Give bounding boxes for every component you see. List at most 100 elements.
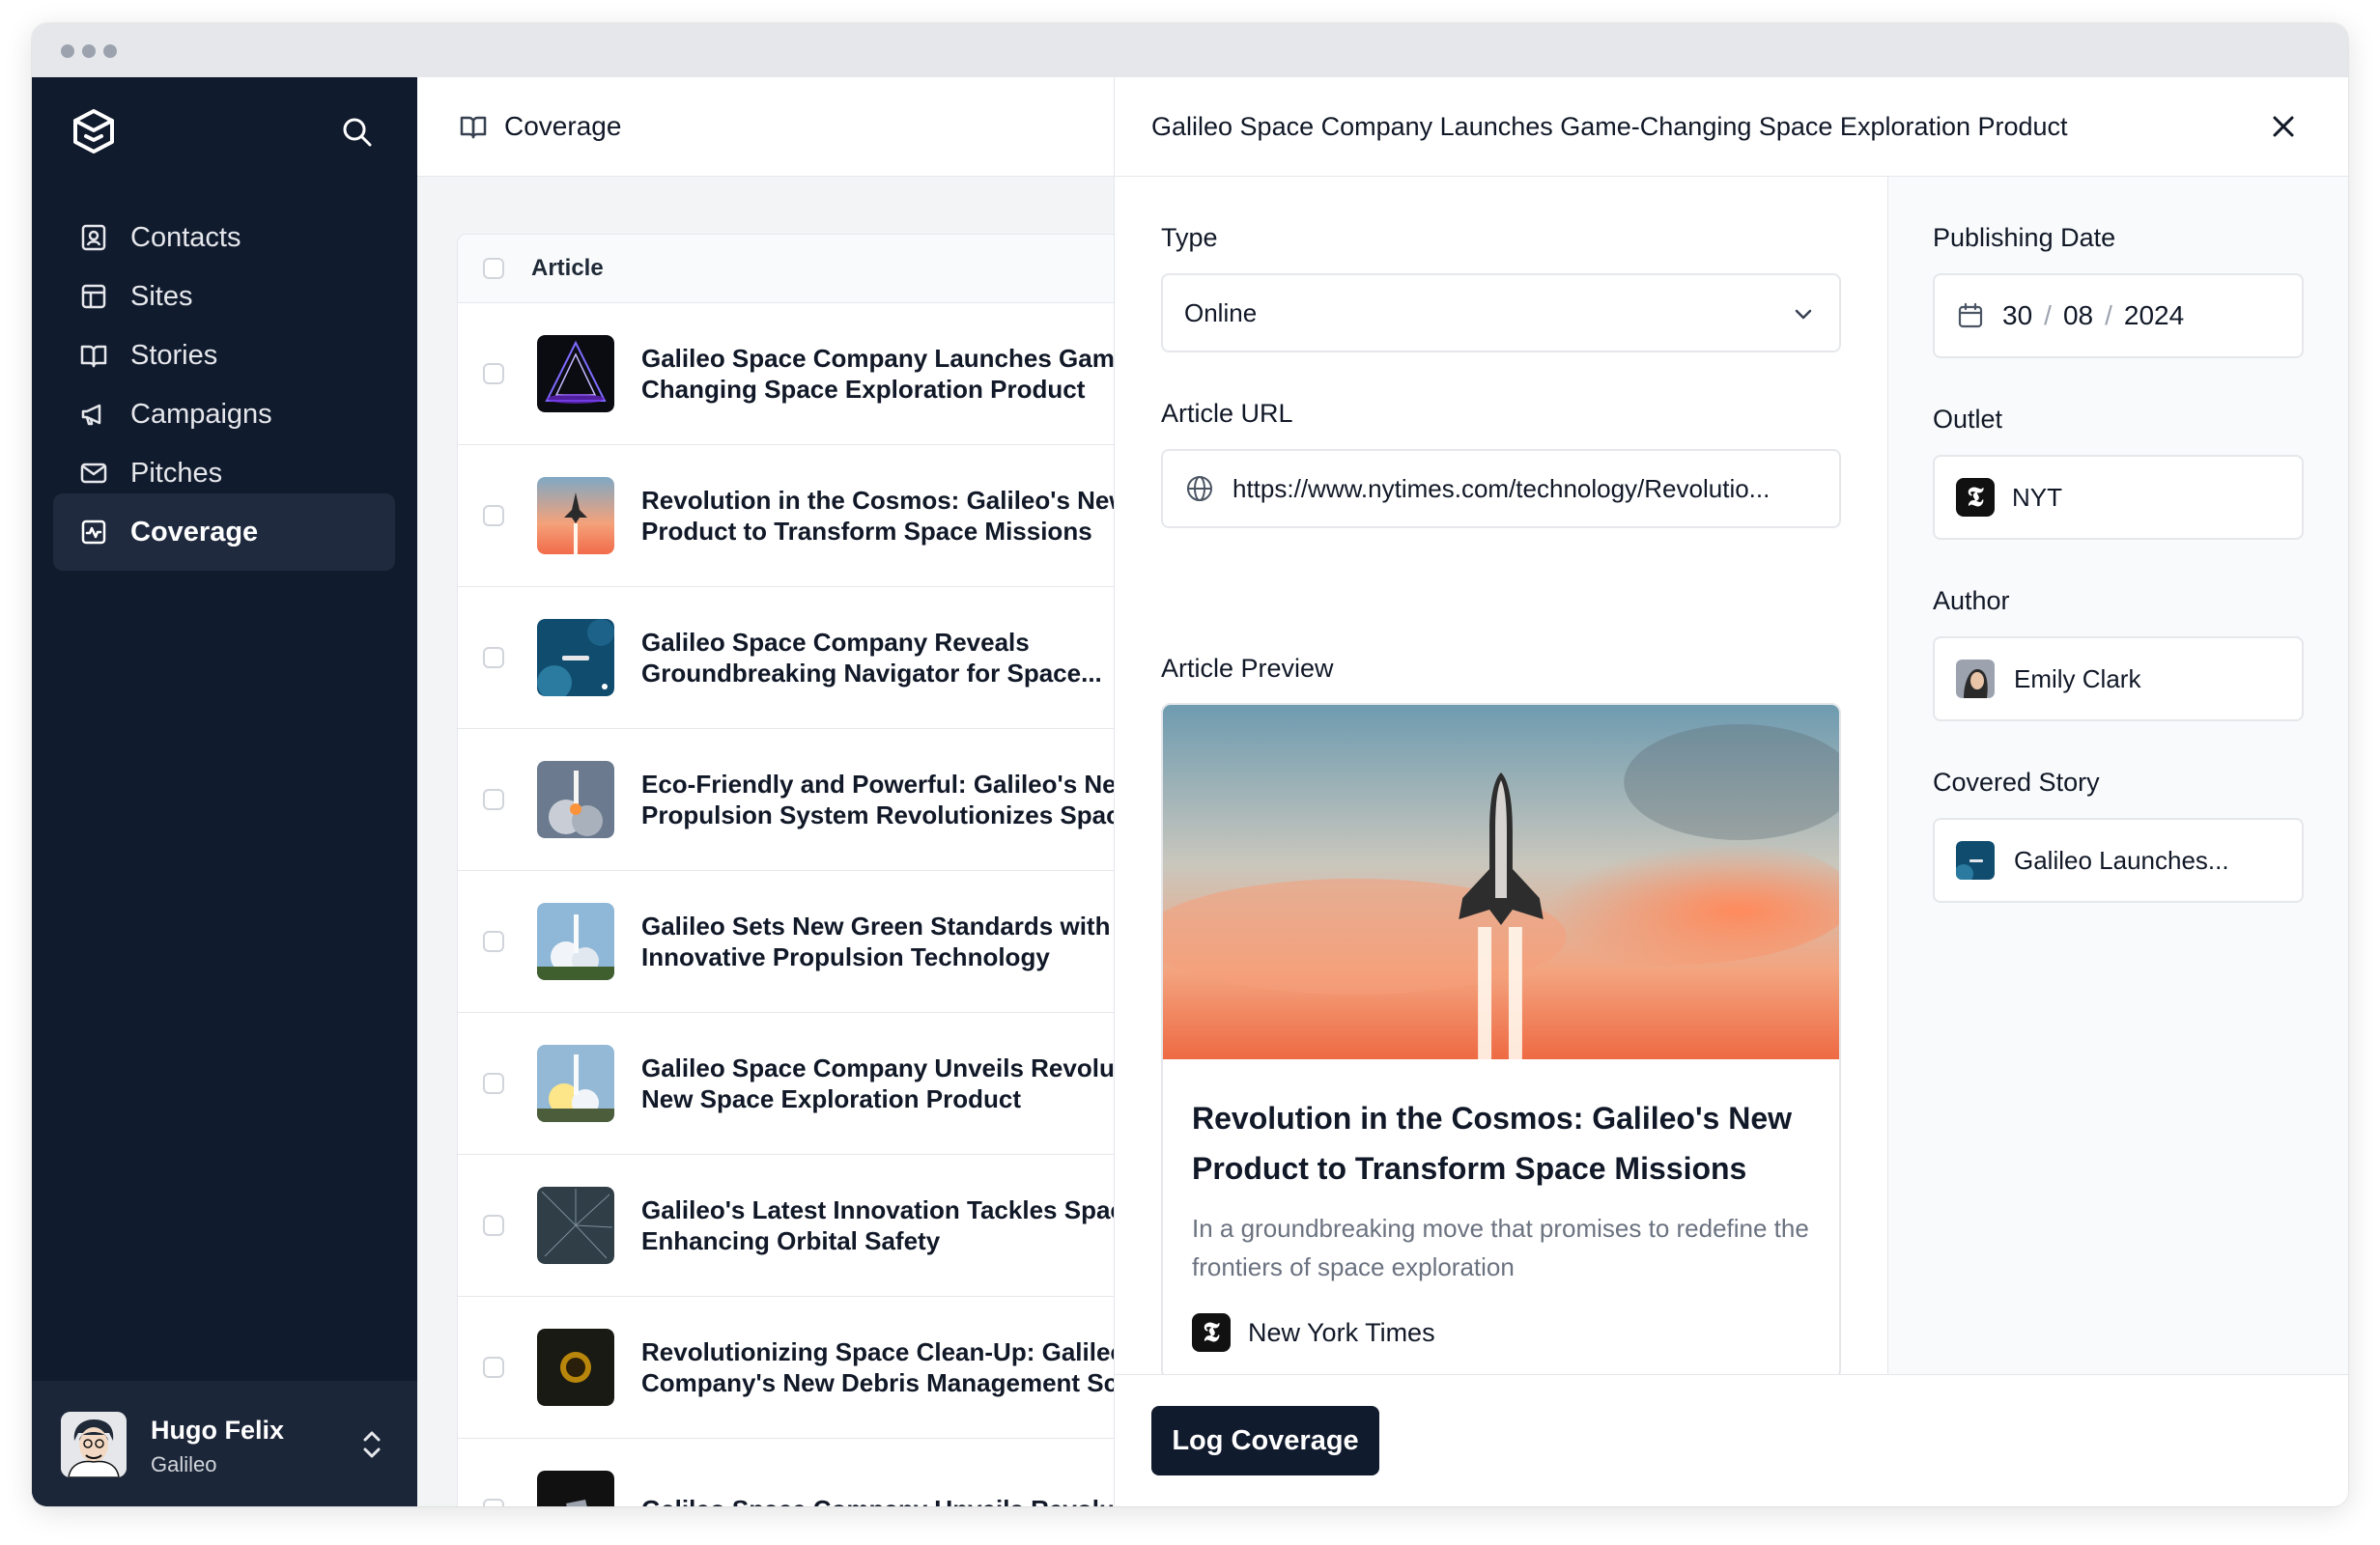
- story-thumbnail: [1956, 841, 1995, 880]
- article-title: Eco-Friendly and Powerful: Galileo's New…: [641, 770, 1114, 829]
- article-url-input[interactable]: https://www.nytimes.com/technology/Revol…: [1161, 449, 1841, 528]
- table-row[interactable]: Galileo's Latest Innovation Tackles Spac…: [458, 1155, 1114, 1297]
- article-preview-label: Article Preview: [1161, 654, 1334, 683]
- close-icon[interactable]: [2267, 110, 2300, 143]
- table-header: Article: [458, 235, 1114, 303]
- publishing-date-label: Publishing Date: [1933, 223, 2116, 252]
- book-open-icon: [80, 345, 107, 368]
- preview-title: Revolution in the Cosmos: Galileo's New …: [1192, 1101, 1793, 1186]
- panel-header: Galileo Space Company Launches Game-Chan…: [1115, 77, 2348, 177]
- preview-description: In a groundbreaking move that promises t…: [1192, 1214, 1809, 1281]
- preview-outlet-name: New York Times: [1248, 1317, 1435, 1347]
- article-title: Revolution in the Cosmos: Galileo's New P…: [641, 486, 1114, 546]
- panel-title: Galileo Space Company Launches Game-Chan…: [1151, 111, 2068, 141]
- coverage-table: Article Galileo Space Company Launches G…: [457, 234, 1114, 1506]
- window-titlebar: [32, 23, 2348, 77]
- row-checkbox[interactable]: [483, 647, 504, 668]
- nyt-logo-icon: 𝕿: [1956, 478, 1995, 517]
- date-day[interactable]: 30: [2002, 300, 2032, 331]
- article-thumbnail: [537, 1329, 614, 1406]
- type-label: Type: [1161, 223, 1218, 252]
- chevron-up-down-icon[interactable]: [356, 1425, 387, 1464]
- article-thumbnail: [537, 335, 614, 412]
- sidebar-item-label: Stories: [130, 339, 218, 371]
- panel-footer: Log Coverage: [1115, 1374, 2348, 1506]
- article-title: Galileo's Latest Innovation Tackles Spac…: [641, 1195, 1114, 1255]
- form-side-column: Publishing Date 30 / 08 / 2024 Outlet 𝕿 …: [1887, 177, 2348, 1374]
- window-dot[interactable]: [61, 44, 74, 58]
- book-open-icon: [460, 116, 487, 139]
- article-title: Galileo Sets New Green Standards with Inn…: [641, 912, 1111, 971]
- layout-icon: [81, 284, 106, 309]
- article-title: Galileo Space Company Reveals Groundbreak…: [641, 628, 1102, 688]
- app-logo-icon[interactable]: [69, 106, 119, 156]
- type-select-value: Online: [1184, 297, 1258, 327]
- article-preview-card[interactable]: Revolution in the Cosmos: Galileo's New …: [1161, 703, 1841, 1380]
- table-row[interactable]: Revolution in the Cosmos: Galileo's New P…: [458, 445, 1114, 587]
- sidebar-item-label: Coverage: [130, 516, 259, 548]
- publishing-date-input[interactable]: 30 / 08 / 2024: [1933, 273, 2304, 358]
- log-coverage-button[interactable]: Log Coverage: [1151, 1406, 1379, 1475]
- sidebar-item-label: Sites: [130, 280, 193, 312]
- outlet-select[interactable]: 𝕿 NYT: [1933, 455, 2304, 540]
- user-name: Hugo Felix: [151, 1416, 285, 1445]
- article-url-label: Article URL: [1161, 399, 1293, 428]
- date-month[interactable]: 08: [2063, 300, 2093, 331]
- row-checkbox[interactable]: [483, 363, 504, 384]
- sidebar-item-label: Contacts: [130, 221, 241, 253]
- article-url-value: https://www.nytimes.com/technology/Revol…: [1232, 473, 1771, 503]
- calendar-icon: [1958, 302, 1983, 328]
- user-switcher[interactable]: Hugo Felix Galileo: [32, 1381, 417, 1506]
- article-title: Revolutionizing Space Clean-Up: Galileo C…: [641, 1337, 1114, 1397]
- window-dot[interactable]: [82, 44, 96, 58]
- table-row[interactable]: Revolutionizing Space Clean-Up: Galileo C…: [458, 1297, 1114, 1439]
- preview-outlet: 𝕿 New York Times: [1192, 1313, 1435, 1352]
- covered-story-select[interactable]: Galileo Launches...: [1933, 818, 2304, 903]
- coverage-detail-panel: Galileo Space Company Launches Game-Chan…: [1114, 77, 2348, 1506]
- author-label: Author: [1933, 586, 2010, 615]
- article-title: Galileo Space Company Launches Game- Chan…: [641, 344, 1114, 404]
- row-checkbox[interactable]: [483, 931, 504, 952]
- chart-icon: [81, 520, 106, 545]
- table-row[interactable]: Eco-Friendly and Powerful: Galileo's New…: [458, 729, 1114, 871]
- column-header-article: Article: [531, 255, 604, 281]
- mail-icon: [80, 463, 107, 484]
- article-title: Galileo Space Company Unveils Revolution…: [641, 1053, 1114, 1113]
- row-checkbox[interactable]: [483, 1499, 504, 1506]
- app-window: Contacts Sites Stories Campaigns Pitches…: [32, 23, 2348, 1506]
- sidebar-item-label: Campaigns: [130, 398, 272, 430]
- row-checkbox[interactable]: [483, 1357, 504, 1378]
- author-select[interactable]: Emily Clark: [1933, 636, 2304, 721]
- sidebar-item-coverage[interactable]: Coverage: [53, 493, 395, 571]
- search-icon[interactable]: [339, 114, 374, 149]
- row-checkbox[interactable]: [483, 1215, 504, 1236]
- covered-story-label: Covered Story: [1933, 768, 2100, 797]
- page-header: Coverage: [417, 77, 1114, 177]
- article-thumbnail: [537, 1187, 614, 1264]
- select-all-checkbox[interactable]: [483, 258, 504, 279]
- date-year[interactable]: 2024: [2124, 300, 2184, 331]
- row-checkbox[interactable]: [483, 789, 504, 810]
- article-thumbnail: [537, 903, 614, 980]
- nyt-logo-icon: 𝕿: [1192, 1313, 1231, 1352]
- article-thumbnail: [537, 477, 614, 554]
- table-row[interactable]: Galileo Space Company Reveals Groundbreak…: [458, 587, 1114, 729]
- form-main-column: Type Online Article URL https://www.nyti…: [1115, 177, 1887, 1380]
- date-separator: /: [2105, 300, 2112, 330]
- article-thumbnail: [537, 619, 614, 696]
- row-checkbox[interactable]: [483, 505, 504, 526]
- outlet-label: Outlet: [1933, 405, 2003, 434]
- table-row[interactable]: Galileo Space Company Unveils Revolution…: [458, 1013, 1114, 1155]
- contact-card-icon: [81, 224, 106, 251]
- sidebar-item-label: Pitches: [130, 457, 223, 489]
- table-row[interactable]: Galileo Space Company Launches Game- Chan…: [458, 303, 1114, 445]
- user-organization: Galileo: [151, 1452, 217, 1476]
- article-thumbnail: [537, 1471, 614, 1506]
- article-thumbnail: [537, 761, 614, 838]
- table-row[interactable]: Galileo Space Company Unveils Revolution…: [458, 1439, 1114, 1506]
- author-value: Emily Clark: [2014, 663, 2141, 693]
- window-dot[interactable]: [103, 44, 117, 58]
- table-row[interactable]: Galileo Sets New Green Standards with Inn…: [458, 871, 1114, 1013]
- type-select[interactable]: Online: [1161, 273, 1841, 352]
- row-checkbox[interactable]: [483, 1073, 504, 1094]
